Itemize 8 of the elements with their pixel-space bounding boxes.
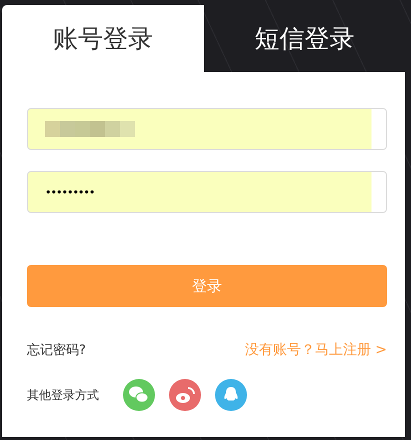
login-tab[interactable]: 账号登录	[2, 5, 204, 72]
penguin-icon[interactable]	[215, 379, 247, 411]
password-field[interactable]: •••••••••	[27, 171, 387, 213]
forgot-password-link[interactable]: 忘记密码?	[27, 341, 86, 359]
chat-bubbles-icon[interactable]	[123, 379, 155, 411]
username-field[interactable]	[27, 108, 387, 150]
login-tab[interactable]: 短信登录	[204, 5, 405, 72]
other-login-label: 其他登录方式	[27, 386, 99, 404]
